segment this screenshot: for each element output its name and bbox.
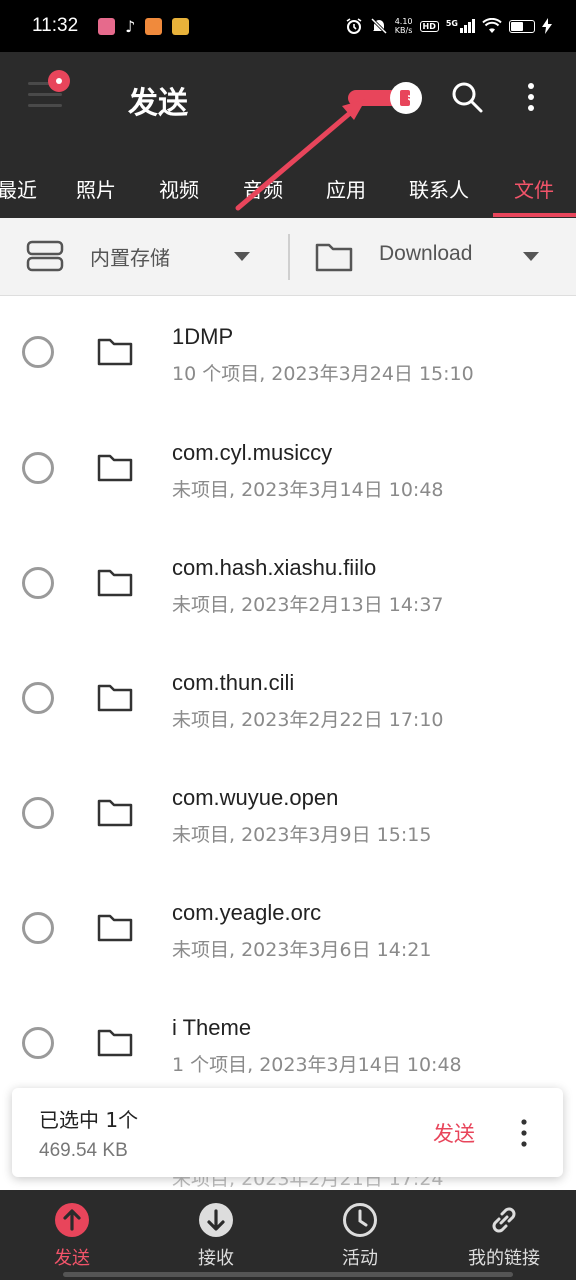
status-time: 11:32: [32, 15, 79, 36]
mute-bell-icon: [370, 17, 387, 35]
more-options-icon[interactable]: [518, 80, 544, 114]
file-meta: 未项目, 2023年3月6日 14:21: [172, 939, 432, 961]
tab-contacts[interactable]: 联系人: [403, 158, 475, 218]
file-name: 1DMP: [172, 324, 234, 349]
nav-activity[interactable]: 活动: [288, 1190, 432, 1280]
folder-icon: [315, 243, 353, 272]
file-name: com.cyl.musiccy: [172, 440, 333, 465]
nav-receive[interactable]: 接收: [144, 1190, 288, 1280]
file-name: com.hash.xiashu.fiilo: [172, 555, 377, 580]
nav-send[interactable]: 发送: [0, 1190, 144, 1280]
receive-down-arrow-icon: [199, 1203, 233, 1237]
selected-size: 469.54 KB: [39, 1140, 128, 1161]
reward-app-icon: [172, 17, 190, 35]
folder-icon: [97, 338, 133, 366]
file-meta: 10 个项目, 2023年3月24日 15:10: [172, 363, 474, 385]
select-radio[interactable]: [22, 682, 54, 714]
list-item[interactable]: i Theme 1 个项目, 2023年3月14日 10:48: [0, 986, 576, 1101]
battery-icon: [509, 19, 535, 33]
select-radio[interactable]: [22, 912, 54, 944]
selection-summary-card: 已选中 1个 469.54 KB 发送: [12, 1088, 563, 1177]
tab-audio[interactable]: 音频: [237, 158, 289, 218]
file-name: com.thun.cili: [172, 670, 295, 695]
folder-icon: [97, 684, 133, 712]
notification-icons: ♪: [98, 16, 190, 36]
toggle-knob: [390, 82, 422, 114]
app-bar: 发送 最近 照片 视频 音频 应用 联系人 文件: [0, 52, 576, 218]
folder-icon: [97, 569, 133, 597]
category-tabs: 最近 照片 视频 音频 应用 联系人 文件: [0, 158, 576, 218]
send-button[interactable]: 发送: [433, 1118, 475, 1148]
list-item[interactable]: com.cyl.musiccy 未项目, 2023年3月14日 10:48: [0, 411, 576, 526]
chevron-down-icon[interactable]: [523, 252, 539, 261]
home-indicator[interactable]: [63, 1272, 513, 1277]
file-list: 1DMP 10 个项目, 2023年3月24日 15:10 com.cyl.mu…: [0, 296, 576, 1196]
select-radio[interactable]: [22, 797, 54, 829]
hd-badge: HD: [419, 20, 439, 32]
cell-signal-icon: 5G: [446, 19, 475, 33]
tab-recent[interactable]: 最近: [0, 158, 42, 218]
charging-bolt-icon: [542, 18, 552, 34]
file-meta: 未项目, 2023年2月22日 17:10: [172, 709, 444, 731]
notification-dot-icon: [48, 70, 70, 92]
selected-count: 已选中 1个: [39, 1108, 139, 1132]
select-radio[interactable]: [22, 336, 54, 368]
tab-photos[interactable]: 照片: [70, 158, 122, 218]
tab-files[interactable]: 文件: [508, 158, 560, 218]
list-item[interactable]: com.wuyue.open 未项目, 2023年3月9日 15:15: [0, 756, 576, 871]
divider: [288, 234, 290, 280]
more-options-icon[interactable]: [516, 1116, 532, 1150]
phone-cast-icon: [400, 90, 415, 106]
nav-my-links[interactable]: 我的链接: [432, 1190, 576, 1280]
storage-drive-icon: [26, 240, 64, 272]
file-name: com.yeagle.orc: [172, 900, 322, 925]
music-note-icon: ♪: [125, 16, 136, 36]
storage-location-dropdown[interactable]: 内置存储: [90, 242, 170, 271]
list-item[interactable]: com.hash.xiashu.fiilo 未项目, 2023年2月13日 14…: [0, 526, 576, 641]
current-folder-dropdown[interactable]: Download: [379, 242, 472, 266]
folder-icon: [97, 914, 133, 942]
network-speed-value: 4.10: [394, 17, 413, 26]
nav-send-label: 发送: [54, 1248, 90, 1269]
folder-icon: [97, 799, 133, 827]
network-speed: 4.10 KB/s: [395, 17, 413, 35]
bottom-navigation: 发送 接收 活动 我的链接: [0, 1190, 576, 1280]
network-type-label: 5G: [445, 19, 458, 28]
file-meta: 未项目, 2023年2月13日 14:37: [172, 594, 444, 616]
network-speed-unit: KB/s: [394, 26, 413, 35]
select-radio[interactable]: [22, 567, 54, 599]
file-name: com.wuyue.open: [172, 785, 339, 810]
status-bar: 11:32 ♪ 4.10 KB/s HD 5G: [0, 0, 576, 52]
folder-icon: [97, 454, 133, 482]
chevron-down-icon[interactable]: [234, 252, 250, 261]
folder-icon: [97, 1029, 133, 1057]
list-item[interactable]: com.thun.cili 未项目, 2023年2月22日 17:10: [0, 641, 576, 756]
tab-videos[interactable]: 视频: [153, 158, 205, 218]
clock-icon: [343, 1203, 377, 1237]
list-item[interactable]: com.yeagle.orc 未项目, 2023年3月6日 14:21: [0, 871, 576, 986]
file-meta: 1 个项目, 2023年3月14日 10:48: [172, 1054, 462, 1076]
search-icon[interactable]: [450, 80, 484, 114]
storage-path-bar: 内置存储 Download: [0, 218, 576, 296]
nav-my-links-label: 我的链接: [468, 1248, 540, 1269]
nav-receive-label: 接收: [198, 1248, 234, 1269]
wifi-icon: [482, 18, 502, 33]
select-radio[interactable]: [22, 1027, 54, 1059]
send-up-arrow-icon: [55, 1203, 89, 1237]
status-indicators: 4.10 KB/s HD 5G: [345, 17, 552, 35]
share-to-device-toggle[interactable]: [348, 81, 424, 115]
file-meta: 未项目, 2023年3月14日 10:48: [172, 479, 444, 501]
list-item[interactable]: 1DMP 10 个项目, 2023年3月24日 15:10: [0, 296, 576, 411]
select-radio[interactable]: [22, 452, 54, 484]
tab-apps[interactable]: 应用: [320, 158, 372, 218]
game-app-icon: [145, 17, 163, 35]
nav-activity-label: 活动: [342, 1248, 378, 1269]
file-meta: 未项目, 2023年3月9日 15:15: [172, 824, 432, 846]
page-title: 发送: [128, 86, 188, 121]
link-icon: [492, 1207, 516, 1233]
active-tab-indicator: [493, 213, 576, 217]
file-name: i Theme: [172, 1015, 252, 1040]
lala-app-icon: [98, 17, 116, 35]
alarm-icon: [346, 18, 362, 34]
